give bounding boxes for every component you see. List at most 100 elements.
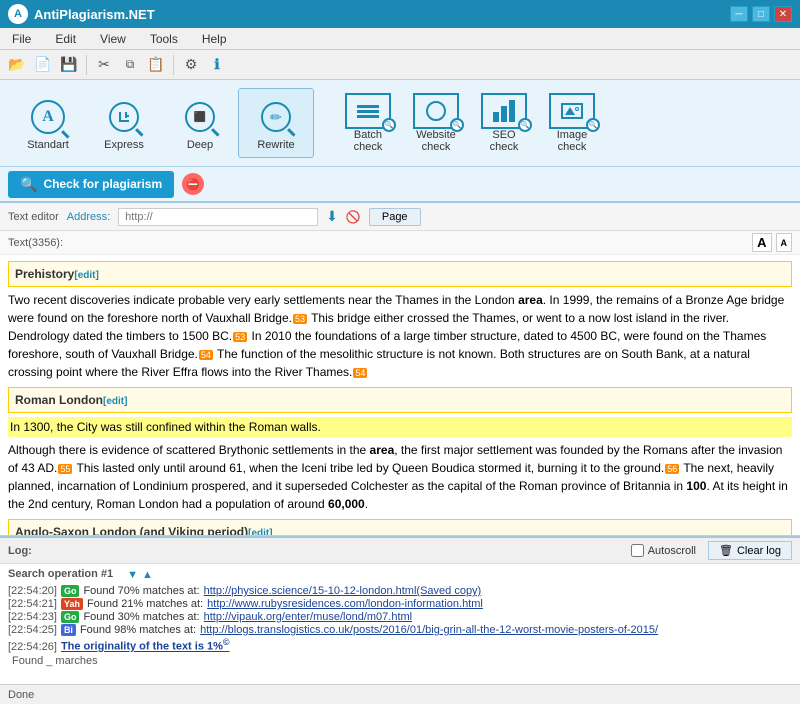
- log-header: Log: Autoscroll 🗑 Clear log: [0, 538, 800, 564]
- log-link-3[interactable]: http://vipauk.org/enter/muse/lond/m07.ht…: [204, 611, 413, 623]
- log-match-text-1: Found 70% matches at:: [83, 585, 199, 597]
- rewrite-label: Rewrite: [257, 139, 294, 151]
- log-match-text-3: Found 30% matches at:: [83, 611, 199, 623]
- menu-file[interactable]: File: [8, 31, 35, 47]
- log-originality-time: [22:54:26]: [8, 641, 57, 653]
- rewrite-check-button[interactable]: ✏ Rewrite: [238, 88, 314, 158]
- toolbar-separator-1: [86, 55, 87, 75]
- minimize-button[interactable]: ─: [730, 6, 748, 22]
- text-content: Prehistory[edit] Two recent discoveries …: [0, 255, 800, 535]
- website-check-button[interactable]: 🔍 Website check: [402, 88, 470, 158]
- log-entry-1: [22:54:20] Go Found 70% matches at: http…: [8, 585, 792, 597]
- express-check-button[interactable]: Express: [86, 88, 162, 158]
- found-matches-text: Found _ marches: [12, 655, 98, 667]
- check-plagiarism-label: Check for plagiarism: [43, 177, 162, 191]
- toolbar: 📂 📄 💾 ✂ ⧉ 📋 ⚙ ℹ: [0, 50, 800, 80]
- seo-label: SEO check: [490, 129, 519, 153]
- section1-body: Two recent discoveries indicate probable…: [8, 291, 792, 381]
- text-tools: A A: [752, 233, 792, 252]
- originality-text: The originality of the text is 1%: [61, 641, 223, 653]
- restore-button[interactable]: □: [752, 6, 770, 22]
- log-match-text-2: Found 21% matches at:: [87, 598, 203, 610]
- toolbar-new[interactable]: 📄: [32, 54, 54, 76]
- toolbar-info[interactable]: ℹ: [206, 54, 228, 76]
- toolbar-folder[interactable]: 📂: [6, 54, 28, 76]
- text-counter-row: Text(3356): A A: [0, 231, 800, 255]
- log-entry-3: [22:54:23] Go Found 30% matches at: http…: [8, 611, 792, 623]
- page-button[interactable]: Page: [369, 208, 421, 226]
- app-title: AntiPlagiarism.NET: [34, 7, 155, 22]
- toolbar-separator-2: [173, 55, 174, 75]
- text-tool-A-large[interactable]: A: [752, 233, 771, 252]
- menu-edit[interactable]: Edit: [51, 31, 80, 47]
- log-time-3: [22:54:23]: [8, 611, 57, 623]
- editor-title: Text editor: [8, 211, 59, 223]
- close-button[interactable]: ✕: [774, 6, 792, 22]
- address-label: Address:: [67, 211, 110, 223]
- clear-log-icon: 🗑: [719, 544, 733, 557]
- log-originality-link[interactable]: The originality of the text is 1%©: [61, 637, 230, 653]
- editor-header: Text editor Address: ⬇ 🚫 Page: [0, 203, 800, 231]
- toolbar-settings[interactable]: ⚙: [180, 54, 202, 76]
- toolbar-save[interactable]: 💾: [58, 54, 80, 76]
- log-match-text-4: Found 98% matches at:: [80, 624, 196, 636]
- section3-title: Anglo-Saxon London (and Viking period)[e…: [15, 525, 273, 535]
- section1-title: Prehistory[edit]: [15, 267, 99, 281]
- log-link-2[interactable]: http://www.rubysresidences.com/london-in…: [207, 598, 483, 610]
- deep-check-button[interactable]: ⬛ Deep: [162, 88, 238, 158]
- autoscroll-checkbox[interactable]: [631, 544, 644, 557]
- toolbar-cut[interactable]: ✂: [93, 54, 115, 76]
- log-badge-4: Bi: [61, 624, 76, 636]
- section2-highlighted: In 1300, the City was still confined wit…: [8, 417, 792, 437]
- check-area: A Standart Express ⬛ Deep: [0, 80, 800, 167]
- address-input[interactable]: [118, 208, 318, 226]
- editor-section: Text editor Address: ⬇ 🚫 Page Text(3356)…: [0, 203, 800, 536]
- batch-label: Batch check: [354, 129, 383, 153]
- section2-title: Roman London[edit]: [15, 393, 127, 407]
- arrow-up-icon[interactable]: ▲: [142, 569, 153, 581]
- autoscroll-label: Autoscroll: [648, 545, 696, 557]
- log-content: Search operation #1 ▼ ▲ [22:54:20] Go Fo…: [0, 564, 800, 684]
- log-section: Log: Autoscroll 🗑 Clear log Search opera…: [0, 536, 800, 684]
- batch-check-button[interactable]: 🔍 Batch check: [334, 88, 402, 158]
- log-time-2: [22:54:21]: [8, 598, 57, 610]
- log-badge-3: Go: [61, 611, 80, 623]
- arrow-down-icon[interactable]: ▼: [127, 569, 138, 581]
- log-link-4[interactable]: http://blogs.translogistics.co.uk/posts/…: [200, 624, 658, 636]
- log-arrows[interactable]: ▼ ▲: [127, 569, 153, 581]
- menu-tools[interactable]: Tools: [146, 31, 182, 47]
- menu-help[interactable]: Help: [198, 31, 231, 47]
- download-icon[interactable]: ⬇: [326, 208, 338, 225]
- image-check-button[interactable]: 🔍 Image check: [538, 88, 606, 158]
- titlebar-controls[interactable]: ─ □ ✕: [730, 6, 792, 22]
- clear-log-button[interactable]: 🗑 Clear log: [708, 541, 792, 560]
- titlebar: A AntiPlagiarism.NET ─ □ ✕: [0, 0, 800, 28]
- log-badge-1: Go: [61, 585, 80, 597]
- menu-view[interactable]: View: [96, 31, 130, 47]
- log-badge-2: Yah: [61, 598, 83, 610]
- toolbar-copy[interactable]: ⧉: [119, 54, 141, 76]
- log-link-1[interactable]: http://physice.science/15-10-12-london.h…: [204, 585, 482, 597]
- address-clear-icon[interactable]: 🚫: [346, 210, 361, 224]
- image-label: Image check: [557, 129, 588, 153]
- log-title: Log:: [8, 545, 631, 557]
- text-counter: Text(3356):: [8, 237, 63, 249]
- seo-check-button[interactable]: 🔍 SEO check: [470, 88, 538, 158]
- log-originality-entry: [22:54:26] The originality of the text i…: [8, 637, 792, 653]
- app-logo: A: [8, 4, 28, 24]
- menubar: File Edit View Tools Help: [0, 28, 800, 50]
- text-tool-A-small[interactable]: A: [776, 233, 793, 252]
- standard-check-button[interactable]: A Standart: [10, 88, 86, 158]
- autoscroll-check[interactable]: Autoscroll: [631, 544, 696, 557]
- action-bar: 🔍 Check for plagiarism ⛔: [0, 167, 800, 203]
- log-entry-4: [22:54:25] Bi Found 98% matches at: http…: [8, 624, 792, 636]
- status-bar: Done: [0, 684, 800, 704]
- deep-label: Deep: [187, 139, 213, 151]
- toolbar-paste[interactable]: 📋: [145, 54, 167, 76]
- check-plagiarism-button[interactable]: 🔍 Check for plagiarism: [8, 171, 174, 198]
- log-time-1: [22:54:20]: [8, 585, 57, 597]
- stop-button[interactable]: ⛔: [182, 173, 204, 195]
- log-time-4: [22:54:25]: [8, 624, 57, 636]
- copyright-symbol: ©: [223, 637, 230, 647]
- search-op-label: Search operation #1: [8, 568, 113, 580]
